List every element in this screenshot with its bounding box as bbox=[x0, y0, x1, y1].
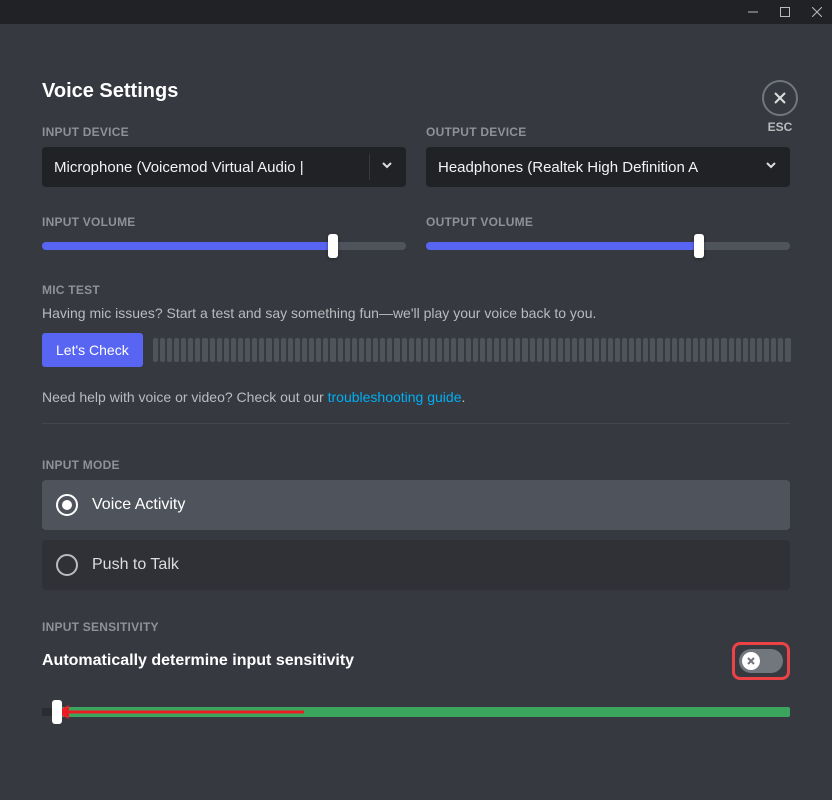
output-device-value: Headphones (Realtek High Definition A bbox=[438, 159, 764, 176]
divider bbox=[42, 423, 790, 424]
input-volume-label: INPUT VOLUME bbox=[42, 215, 406, 229]
window-close-icon[interactable] bbox=[810, 7, 824, 17]
radio-icon bbox=[56, 494, 78, 516]
troubleshoot-text: Need help with voice or video? Check out… bbox=[42, 389, 790, 405]
input-mode-label: INPUT MODE bbox=[42, 458, 790, 472]
window-titlebar bbox=[0, 0, 832, 24]
annotation-highlight bbox=[732, 642, 790, 680]
output-device-select[interactable]: Headphones (Realtek High Definition A bbox=[426, 147, 790, 187]
input-device-value: Microphone (Voicemod Virtual Audio | bbox=[54, 159, 363, 176]
auto-sensitivity-label: Automatically determine input sensitivit… bbox=[42, 652, 354, 670]
input-sensitivity-label: INPUT SENSITIVITY bbox=[42, 620, 790, 634]
output-volume-slider[interactable] bbox=[426, 237, 790, 255]
input-mode-option[interactable]: Push to Talk bbox=[42, 540, 790, 590]
mic-test-help: Having mic issues? Start a test and say … bbox=[42, 305, 790, 321]
page-title: Voice Settings bbox=[42, 80, 790, 103]
esc-label: ESC bbox=[768, 120, 793, 134]
window-minimize-icon[interactable] bbox=[746, 7, 760, 17]
mic-test-button[interactable]: Let's Check bbox=[42, 333, 143, 367]
radio-icon bbox=[56, 554, 78, 576]
output-device-label: OUTPUT DEVICE bbox=[426, 125, 790, 139]
troubleshoot-link[interactable]: troubleshooting guide bbox=[328, 389, 462, 405]
input-device-label: INPUT DEVICE bbox=[42, 125, 406, 139]
input-mode-option-label: Voice Activity bbox=[92, 496, 185, 514]
auto-sensitivity-toggle[interactable] bbox=[739, 649, 783, 673]
input-sensitivity-slider[interactable] bbox=[42, 700, 790, 724]
input-volume-slider[interactable] bbox=[42, 237, 406, 255]
input-device-select[interactable]: Microphone (Voicemod Virtual Audio | bbox=[42, 147, 406, 187]
close-settings-button[interactable] bbox=[762, 80, 798, 116]
annotation-arrow bbox=[57, 711, 304, 714]
input-mode-option-label: Push to Talk bbox=[92, 556, 179, 574]
mic-test-meter bbox=[153, 338, 790, 362]
chevron-down-icon bbox=[764, 158, 778, 176]
input-mode-option[interactable]: Voice Activity bbox=[42, 480, 790, 530]
window-maximize-icon[interactable] bbox=[778, 7, 792, 17]
chevron-down-icon bbox=[380, 158, 394, 176]
output-volume-label: OUTPUT VOLUME bbox=[426, 215, 790, 229]
mic-test-label: MIC TEST bbox=[42, 283, 790, 297]
